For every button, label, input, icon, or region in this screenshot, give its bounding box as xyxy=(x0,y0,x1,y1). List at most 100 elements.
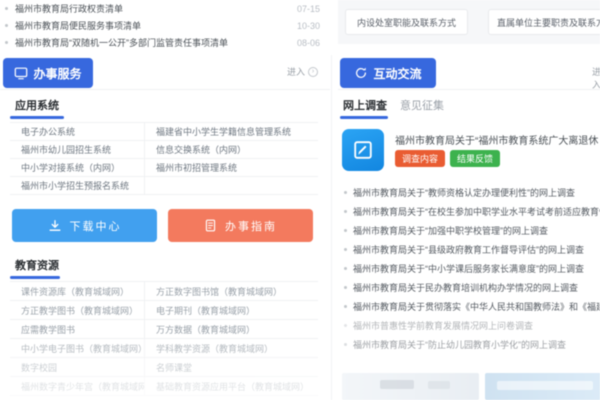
news-title[interactable]: 福州市教育局行政权责清单 xyxy=(15,2,289,15)
survey-list: 福州市教育局关于“教师资格认定办理便利性”的网上调查 福州市教育局关于“在校生参… xyxy=(342,183,600,354)
survey-item[interactable]: 福州市普惠性学前教育发展情况网上问卷调查 xyxy=(342,316,600,335)
survey-item[interactable]: 福州市教育局关于民办教育培训机构办学情况的网上调查 xyxy=(342,278,600,297)
survey-item[interactable]: 福州市教育局关于“加强中职学校管理”的网上调查 xyxy=(342,221,600,240)
resource-link[interactable]: 基础教育资源应用平台（教育城域网） xyxy=(145,377,318,396)
promo-banner-right[interactable] xyxy=(485,373,600,400)
survey-title[interactable]: 福州市教育局关于贯彻落实《中华人民共和国教师法》和《福建... xyxy=(353,300,600,313)
news-date: 08-06 xyxy=(297,38,320,48)
resource-link[interactable]: 学科教学资源（教育城域网） xyxy=(145,339,318,358)
system-link[interactable]: 电子办公系统 xyxy=(10,123,145,141)
tab-education-resources[interactable]: 教育资源 xyxy=(15,257,59,273)
news-item[interactable]: 福州市教育局便民服务事项清单 10-30 xyxy=(0,17,320,34)
tab-online-survey[interactable]: 网上调查 xyxy=(343,97,387,113)
bullet-dot-icon xyxy=(344,343,347,346)
banner-graphic xyxy=(428,381,450,389)
survey-title[interactable]: 福州市普惠性学前教育发展情况网上问卷调查 xyxy=(353,319,600,332)
resource-link[interactable]: 万方数据（教育城域网） xyxy=(145,320,318,339)
system-link[interactable]: 福建省中小学生学籍信息管理系统 xyxy=(145,123,318,141)
interaction-section-header: 互动交流 xyxy=(340,58,436,88)
resource-link[interactable]: 福州数字青少年宫（教育城域网） xyxy=(10,377,145,396)
download-center-button[interactable]: 下载中心 xyxy=(12,209,157,242)
service-enter-link[interactable]: 进入 › xyxy=(287,65,318,78)
news-item[interactable]: 福州市教育局“双随机一公开”多部门监管责任事项清单 08-06 xyxy=(0,34,320,51)
tab-opinion-collection[interactable]: 意见征集 xyxy=(400,97,444,113)
bullet-dot-icon xyxy=(344,267,347,270)
news-date: 10-30 xyxy=(297,21,320,31)
bullet-dot-icon xyxy=(344,191,347,194)
survey-title[interactable]: 福州市教育局关于“教师资格认定办理便利性”的网上调查 xyxy=(353,186,600,199)
banner-graphic xyxy=(497,381,593,390)
resource-link[interactable]: 数字校园 xyxy=(10,358,145,377)
enter-arrow-icon: › xyxy=(308,67,318,77)
system-link-empty xyxy=(145,177,318,195)
bullet-dot-icon xyxy=(344,210,347,213)
tab-application-systems[interactable]: 应用系统 xyxy=(15,97,59,113)
resource-link[interactable]: 应需教学图书 xyxy=(10,320,145,339)
system-link[interactable]: 福州市幼儿园招生系统 xyxy=(10,141,145,159)
application-systems-table: 电子办公系统 福建省中小学生学籍信息管理系统 福州市幼儿园招生系统 信息交换系统… xyxy=(10,122,318,195)
bullet-dot-icon xyxy=(5,7,8,10)
news-list: 福州市教育局行政权责清单 07-15 福州市教育局便民服务事项清单 10-30 … xyxy=(0,0,320,51)
service-icon xyxy=(14,66,28,80)
survey-item[interactable]: 福州市教育局关于“中小学课后服务家长满意度”的网上调查 xyxy=(342,259,600,278)
news-date: 07-15 xyxy=(297,4,320,14)
interaction-section-title: 互动交流 xyxy=(373,65,421,82)
edit-pen-icon xyxy=(352,139,374,161)
affiliated-units-contact-link[interactable]: 直属单位主要职责及联系方式 xyxy=(488,9,600,35)
divider xyxy=(0,89,330,90)
tab-underline xyxy=(10,116,64,119)
divider xyxy=(338,89,600,90)
quick-links-strip: 内设处室职能及联系方式 直属单位主要职责及联系方式 xyxy=(338,0,600,44)
system-link[interactable]: 中小学对接系统（内网） xyxy=(10,159,145,177)
enter-label: 进入 xyxy=(592,65,600,91)
column-divider xyxy=(331,55,332,400)
survey-item[interactable]: 福州市教育局关于“防止幼儿园教育小学化”的网上调查 xyxy=(342,335,600,354)
news-item[interactable]: 福州市教育局行政权责清单 07-15 xyxy=(0,0,320,17)
resource-link[interactable]: 名师课堂 xyxy=(145,358,318,377)
system-link[interactable]: 信息交换系统（内网） xyxy=(145,141,318,159)
service-guide-label: 办事指南 xyxy=(225,218,277,234)
system-link[interactable]: 福州市小学招生预报名系统 xyxy=(10,177,145,195)
survey-title[interactable]: 福州市教育局关于民办教育培训机构办学情况的网上调查 xyxy=(353,281,600,294)
survey-title[interactable]: 福州市教育局关于“县级政府教育工作督导评估”的网上调查 xyxy=(353,243,600,256)
portal-page: 福州市教育局行政权责清单 07-15 福州市教育局便民服务事项清单 10-30 … xyxy=(0,0,600,400)
bullet-dot-icon xyxy=(5,41,8,44)
survey-title[interactable]: 福州市教育局关于“防止幼儿园教育小学化”的网上调查 xyxy=(353,338,600,351)
tab-underline xyxy=(10,276,60,279)
news-title[interactable]: 福州市教育局“双随机一公开”多部门监管责任事项清单 xyxy=(15,36,289,49)
bullet-dot-icon xyxy=(344,305,347,308)
interaction-icon xyxy=(354,66,368,80)
survey-title[interactable]: 福州市教育局关于“在校生参加中职学业水平考试考前适应教育情... xyxy=(353,205,600,218)
service-section-title: 办事服务 xyxy=(33,65,81,82)
survey-item[interactable]: 福州市教育局关于“教师资格认定办理便利性”的网上调查 xyxy=(342,183,600,202)
featured-survey-title[interactable]: 福州市教育局关于“福州市教育系统广大离退休... xyxy=(395,132,598,147)
resource-link[interactable]: 课件资源库（教育城域网） xyxy=(10,282,145,301)
survey-result-button[interactable]: 结果反馈 xyxy=(450,150,500,167)
survey-title[interactable]: 福州市教育局关于“中小学课后服务家长满意度”的网上调查 xyxy=(353,262,600,275)
news-title[interactable]: 福州市教育局便民服务事项清单 xyxy=(15,19,289,32)
education-resources-table: 课件资源库（教育城域网） 方正数字图书馆（教育城域网） 方正教学图书（教育城域网… xyxy=(10,281,318,396)
system-link[interactable]: 福州市初招管理系统 xyxy=(145,159,318,177)
departments-contact-link[interactable]: 内设处室职能及联系方式 xyxy=(345,9,468,35)
banner-graphic xyxy=(380,380,414,389)
resource-link[interactable]: 方正数字图书馆（教育城域网） xyxy=(145,282,318,301)
resource-link[interactable]: 中小学电子图书（教育城域网） xyxy=(10,339,145,358)
action-buttons: 下载中心 办事指南 xyxy=(12,209,313,242)
service-guide-button[interactable]: 办事指南 xyxy=(168,209,313,242)
promo-banner-left[interactable] xyxy=(342,373,479,400)
survey-content-button[interactable]: 调查内容 xyxy=(395,150,445,167)
enter-label: 进入 xyxy=(287,65,305,78)
tab-underline xyxy=(340,116,388,119)
guide-document-icon xyxy=(204,219,217,232)
survey-item[interactable]: 福州市教育局关于“在校生参加中职学业水平考试考前适应教育情... xyxy=(342,202,600,221)
resource-link[interactable]: 电子期刊（教育城域网） xyxy=(145,301,318,320)
bullet-dot-icon xyxy=(344,324,347,327)
interaction-enter-link[interactable]: 进入 xyxy=(592,65,600,91)
bullet-dot-icon xyxy=(344,229,347,232)
survey-edit-icon xyxy=(342,129,384,171)
survey-item[interactable]: 福州市教育局关于“县级政府教育工作督导评估”的网上调查 xyxy=(342,240,600,259)
service-section-header: 办事服务 xyxy=(3,58,93,88)
resource-link[interactable]: 方正教学图书（教育城域网） xyxy=(10,301,145,320)
survey-item[interactable]: 福州市教育局关于贯彻落实《中华人民共和国教师法》和《福建... xyxy=(342,297,600,316)
survey-title[interactable]: 福州市教育局关于“加强中职学校管理”的网上调查 xyxy=(353,224,600,237)
